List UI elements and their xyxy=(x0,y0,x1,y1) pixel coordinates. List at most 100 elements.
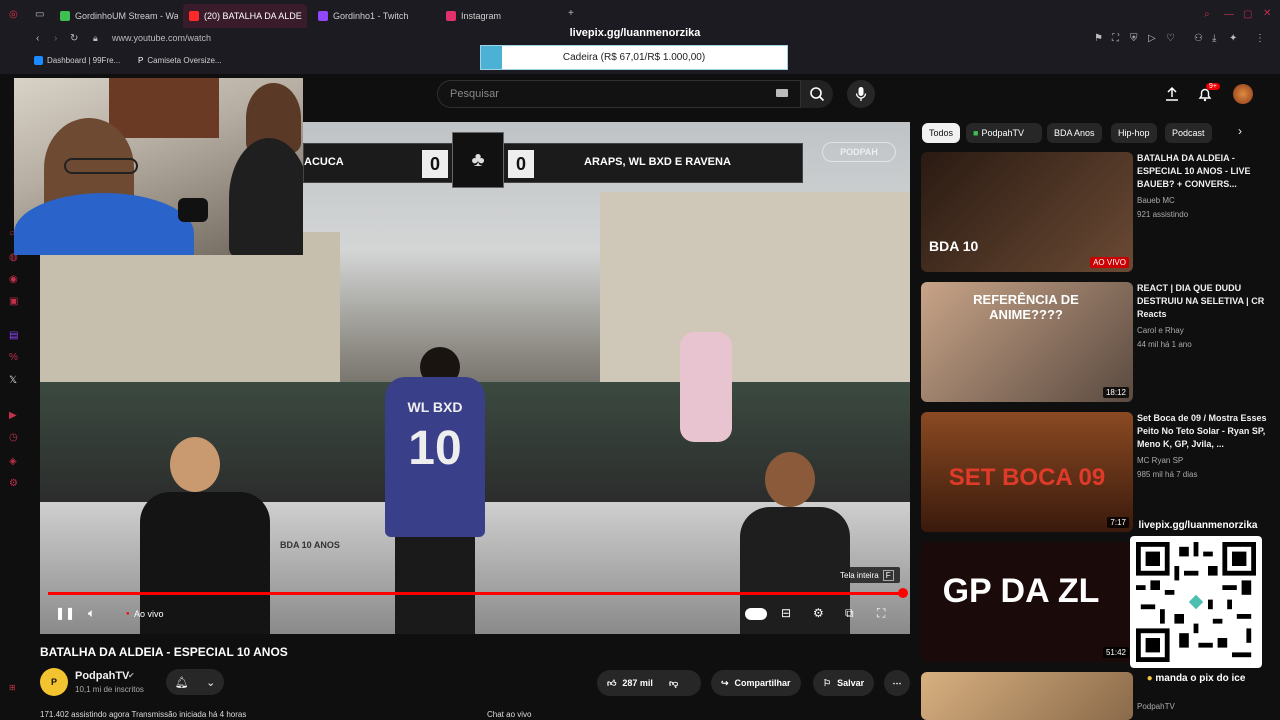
tab-instagram[interactable]: Instagram xyxy=(440,4,564,28)
notification-count-badge: 9+ xyxy=(1206,83,1220,90)
qr-code xyxy=(1130,536,1262,668)
maximize-icon[interactable]: ▢ xyxy=(1243,9,1252,20)
upload-icon[interactable] xyxy=(1164,86,1180,102)
chevron-down-icon: ⌄ xyxy=(206,676,216,689)
miniplayer-icon[interactable]: ⧉ xyxy=(845,606,854,621)
webcam-person-shirt xyxy=(14,193,194,255)
rec-channel[interactable]: Baueb MC xyxy=(1137,196,1175,205)
settings-gear-icon[interactable]: ⚙ xyxy=(813,606,824,620)
save-button[interactable]: ⚐ Salvar xyxy=(813,670,875,696)
settings-icon[interactable]: ⚙ xyxy=(9,478,18,489)
channel-name[interactable]: PodpahTV xyxy=(75,670,129,682)
chip-podpahtv[interactable]: ■ PodpahTV xyxy=(966,123,1042,143)
browser-tab-bar: ◎ ▭ GordinhoUM Stream - Wat (20) BATALHA… xyxy=(0,0,1280,30)
glasses-icon xyxy=(64,158,138,174)
bookmark-camiseta[interactable]: P Camiseta Oversize... xyxy=(138,56,222,65)
rec-title[interactable]: REACT | DIA QUE DUDU DESTRUIU NA SELETIV… xyxy=(1137,282,1267,321)
search-icon xyxy=(810,87,825,102)
sidebar-app-icon[interactable]: ◈ xyxy=(9,456,17,467)
bell-icon: 🔔︎ xyxy=(174,676,189,689)
thumbs-down-icon[interactable]: 👎︎ xyxy=(669,678,678,689)
forward-icon[interactable]: › xyxy=(54,33,57,44)
chip-hip-hop[interactable]: Hip-hop xyxy=(1111,123,1157,143)
sidebar-app-icon[interactable]: ▶ xyxy=(9,410,17,421)
reload-icon[interactable]: ↻ xyxy=(70,33,78,44)
bookmark-dashboard[interactable]: Dashboard | 99Fre... xyxy=(34,56,120,65)
keyboard-icon[interactable] xyxy=(776,89,788,97)
rec-thumbnail[interactable]: BDA 10 AO VIVO xyxy=(921,152,1133,272)
p-icon: P xyxy=(138,56,144,65)
video-title: BATALHA DA ALDEIA - ESPECIAL 10 ANOS xyxy=(40,645,288,659)
twitch-sidebar-icon[interactable]: ▤ xyxy=(9,330,18,341)
close-icon[interactable]: ✕ xyxy=(1263,8,1271,19)
rec-thumbnail[interactable]: GP DA ZL 51:42 xyxy=(921,542,1133,662)
qr-cta-text: ● manda o pix do ice xyxy=(1146,673,1246,684)
live-dot-icon: ● xyxy=(126,611,130,617)
rec-channel[interactable]: MC Ryan SP xyxy=(1137,456,1183,465)
tab-twitch[interactable]: Gordinho1 - Twitch xyxy=(312,4,436,28)
like-button[interactable]: 👍︎ 287 mil 👎︎ xyxy=(597,670,701,696)
rec-title[interactable]: Set Boca de 09 / Mostra Esses Peito No T… xyxy=(1137,412,1267,451)
download-icon[interactable]: ⤓ xyxy=(1212,33,1216,44)
search-input[interactable]: Pesquisar xyxy=(437,80,801,108)
pause-icon[interactable]: ❚❚ xyxy=(55,606,75,620)
rec-title[interactable]: BATALHA DA ALDEIA - ESPECIAL 10 ANOS - L… xyxy=(1137,152,1267,191)
live-chat-label[interactable]: Chat ao vivo xyxy=(487,710,531,719)
rec-channel[interactable]: PodpahTV xyxy=(1137,702,1175,711)
voice-search-button[interactable] xyxy=(847,80,875,108)
menu-icon[interactable]: ⋮ xyxy=(1255,33,1265,44)
screenshot-icon[interactable]: ⛶ xyxy=(1112,33,1119,44)
notification-bell-button[interactable]: 🔔︎ ⌄ xyxy=(166,669,224,695)
ai-icon[interactable]: ✦ xyxy=(1229,33,1237,44)
live-label[interactable]: Ao vivo xyxy=(134,609,164,619)
progress-scrubber[interactable] xyxy=(898,588,908,598)
duration-badge: 18:12 xyxy=(1102,387,1129,398)
sidebar-app-icon[interactable]: ▣ xyxy=(9,296,18,307)
history-icon[interactable]: ◷ xyxy=(9,432,18,443)
back-icon[interactable]: ‹ xyxy=(36,33,39,44)
chip-all[interactable]: Todos xyxy=(922,123,961,143)
qr-pix-label: livepix.gg/luanmenorzika xyxy=(1138,520,1258,531)
avatar[interactable] xyxy=(1233,84,1253,104)
subtitles-icon[interactable]: ⊟ xyxy=(781,606,791,620)
chip-podcast[interactable]: Podcast xyxy=(1165,123,1212,143)
score-right-name: ARAPS, WL BXD E RAVENA xyxy=(584,156,731,168)
share-button[interactable]: ↪ Compartilhar xyxy=(711,670,801,696)
rec-meta: 985 mil há 7 dias xyxy=(1137,470,1198,479)
chip-bda-anos[interactable]: BDA Anos xyxy=(1047,123,1102,143)
rec-thumbnail[interactable]: SET BOCA 09 7:17 xyxy=(921,412,1133,532)
bookmark-icon[interactable]: ⚑ xyxy=(1094,33,1103,44)
qr-code-icon xyxy=(1136,542,1256,662)
tab-batalha-da-aldeia[interactable]: (20) BATALHA DA ALDE xyxy=(183,4,307,28)
sidebar-app-icon[interactable]: ⊞ xyxy=(9,683,16,692)
heart-icon[interactable]: ♡ xyxy=(1166,33,1175,44)
channel-avatar[interactable]: P xyxy=(40,668,68,696)
tab-gordinhoum-stream[interactable]: GordinhoUM Stream - Wat xyxy=(54,4,178,28)
url-field[interactable]: www.youtube.com/watch xyxy=(112,33,211,43)
search-button[interactable] xyxy=(801,80,833,108)
shield-icon[interactable]: ⛨ xyxy=(1130,33,1138,44)
autoplay-toggle[interactable] xyxy=(745,608,767,620)
rec-thumbnail[interactable] xyxy=(921,672,1133,720)
browser-logo-icon[interactable]: ◎ xyxy=(9,9,18,20)
podpah-watermark: PODPAH xyxy=(822,142,896,162)
sidebar-toggle-icon[interactable]: ▭ xyxy=(35,9,44,20)
sidebar-app-icon[interactable]: % xyxy=(9,352,18,363)
rec-thumbnail[interactable]: REFERÊNCIA DE ANIME???? 18:12 xyxy=(921,282,1133,402)
chevron-right-icon[interactable]: › xyxy=(1238,124,1242,138)
search-icon[interactable]: ⌕ xyxy=(1204,9,1210,20)
volume-icon[interactable]: 🔈︎ xyxy=(88,606,95,621)
x-sidebar-icon[interactable]: 𝕏 xyxy=(9,375,17,386)
sidebar-app-icon[interactable]: ◉ xyxy=(9,274,18,285)
fullscreen-tooltip: Tela inteira F xyxy=(834,567,900,583)
fullscreen-icon[interactable]: ⛶ xyxy=(877,606,885,621)
account-icon[interactable]: ⚇ xyxy=(1194,33,1203,44)
rec-channel[interactable]: Carol e Rhay xyxy=(1137,326,1184,335)
play-icon[interactable]: ▷ xyxy=(1148,33,1156,44)
more-actions-button[interactable]: ⋯ xyxy=(884,670,910,696)
99freelas-icon xyxy=(34,56,43,65)
minimize-icon[interactable]: — xyxy=(1224,9,1234,20)
progress-bar[interactable] xyxy=(48,592,904,595)
controller-icon xyxy=(178,198,208,222)
new-tab-button[interactable]: + xyxy=(568,8,574,19)
